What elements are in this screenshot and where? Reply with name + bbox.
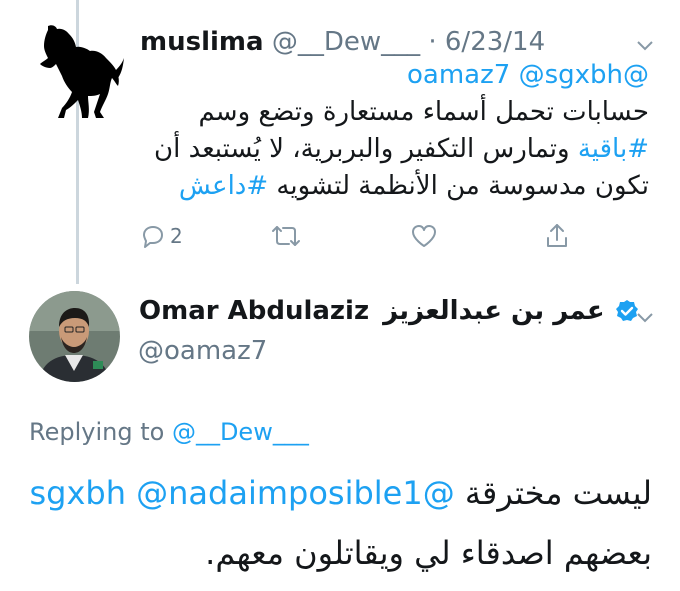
parent-tweet-header: muslima @__Dew___ · 6/23/14 bbox=[140, 27, 545, 57]
parent-handle[interactable]: @__Dew___ bbox=[272, 27, 420, 57]
mention-nadaimposible1[interactable]: @nadaimposible1 bbox=[136, 474, 423, 512]
hashtag-daesh[interactable]: #داعش bbox=[179, 171, 268, 201]
parent-body-line-2: #باقية وتمارس التكفير والبربرية، لا يُست… bbox=[154, 134, 649, 164]
share-button[interactable] bbox=[544, 216, 570, 256]
reply-button[interactable]: 2 bbox=[140, 216, 183, 256]
reply-avatar[interactable] bbox=[29, 291, 120, 382]
reply-tweet-header[interactable]: Omar Abdulaziz عمر بن عبدالعزيز bbox=[139, 296, 639, 326]
profile-photo bbox=[29, 291, 120, 382]
reply-display-name-en[interactable]: Omar Abdulaziz bbox=[139, 296, 369, 326]
hashtag-baqiya[interactable]: #باقية bbox=[578, 134, 649, 164]
chevron-down-icon[interactable] bbox=[636, 308, 654, 326]
retweet-icon bbox=[272, 226, 300, 246]
replying-to-line: Replying to @__Dew___ bbox=[29, 418, 309, 446]
parent-mentions[interactable]: @oamaz7 @sgxbh bbox=[407, 57, 649, 94]
parent-body-line-3: تكون مدسوسة من الأنظمة لتشويه #داعش bbox=[178, 171, 649, 201]
parent-body-line-1: حسابات تحمل أسماء مستعارة وتضع وسم bbox=[198, 97, 649, 127]
reply-body-line-2: بعضهم اصدقاء لي ويقاتلون معهم. bbox=[205, 534, 652, 572]
share-icon bbox=[547, 224, 567, 247]
reply-icon bbox=[143, 226, 163, 248]
reply-display-name-ar[interactable]: عمر بن عبدالعزيز bbox=[383, 296, 604, 326]
tweet-action-bar: 2 bbox=[0, 216, 680, 256]
header-separator: · bbox=[428, 27, 437, 57]
parent-display-name[interactable]: muslima bbox=[140, 27, 264, 57]
reply-handle[interactable]: @oamaz7 bbox=[138, 336, 267, 366]
reply-count: 2 bbox=[170, 224, 183, 248]
chevron-down-icon[interactable] bbox=[636, 36, 654, 54]
parent-avatar[interactable] bbox=[30, 20, 126, 124]
parent-date[interactable]: 6/23/14 bbox=[445, 27, 545, 57]
verified-badge-icon bbox=[615, 300, 638, 321]
like-button[interactable] bbox=[410, 216, 438, 256]
heart-icon bbox=[412, 225, 436, 247]
retweet-button[interactable] bbox=[270, 216, 302, 256]
reply-body-line-1: ليست مخترقة @sgxbh @nadaimposible1 bbox=[29, 474, 652, 512]
replying-to-handle[interactable]: @__Dew___ bbox=[172, 418, 309, 446]
black-horse-icon bbox=[40, 25, 124, 118]
